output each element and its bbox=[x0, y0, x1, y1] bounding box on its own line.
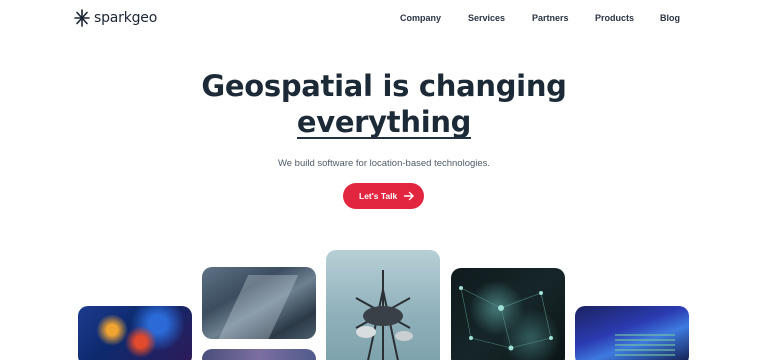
nav-link-company[interactable]: Company bbox=[400, 13, 441, 23]
main-menu: Company Services Partners Products Blog bbox=[0, 13, 768, 27]
lets-talk-label: Let's Talk bbox=[359, 191, 398, 201]
hero-title-line-2-wrapper: everything bbox=[296, 104, 472, 140]
nav-link-blog[interactable]: Blog bbox=[660, 13, 680, 23]
nav-link-products[interactable]: Products bbox=[595, 13, 634, 23]
gallery-image-nebula bbox=[78, 306, 192, 360]
hero-title: Geospatial is changing everything bbox=[0, 68, 768, 140]
hero-title-line-1: Geospatial is changing bbox=[201, 69, 567, 103]
city-road-highlight bbox=[215, 275, 299, 339]
tower-illustration bbox=[355, 270, 413, 360]
top-navigation: sparkgeo Company Services Partners Produ… bbox=[0, 0, 768, 38]
network-illustration bbox=[459, 286, 553, 351]
title-underline bbox=[296, 137, 472, 139]
gallery-image-network bbox=[451, 268, 565, 360]
hero-title-line-2: everything bbox=[296, 105, 472, 139]
gallery-image-tower bbox=[326, 250, 440, 360]
nav-link-services[interactable]: Services bbox=[468, 13, 505, 23]
lets-talk-button[interactable]: Let's Talk bbox=[343, 183, 424, 209]
gallery-image-city-aerial bbox=[202, 267, 316, 339]
nav-link-partners[interactable]: Partners bbox=[532, 13, 569, 23]
gallery-image-code-screen bbox=[575, 306, 689, 360]
gallery-image-city-aerial-2 bbox=[202, 349, 316, 360]
hero-subtitle: We build software for location-based tec… bbox=[277, 158, 491, 169]
arrow-right-icon bbox=[403, 191, 414, 201]
code-lines bbox=[615, 334, 675, 358]
